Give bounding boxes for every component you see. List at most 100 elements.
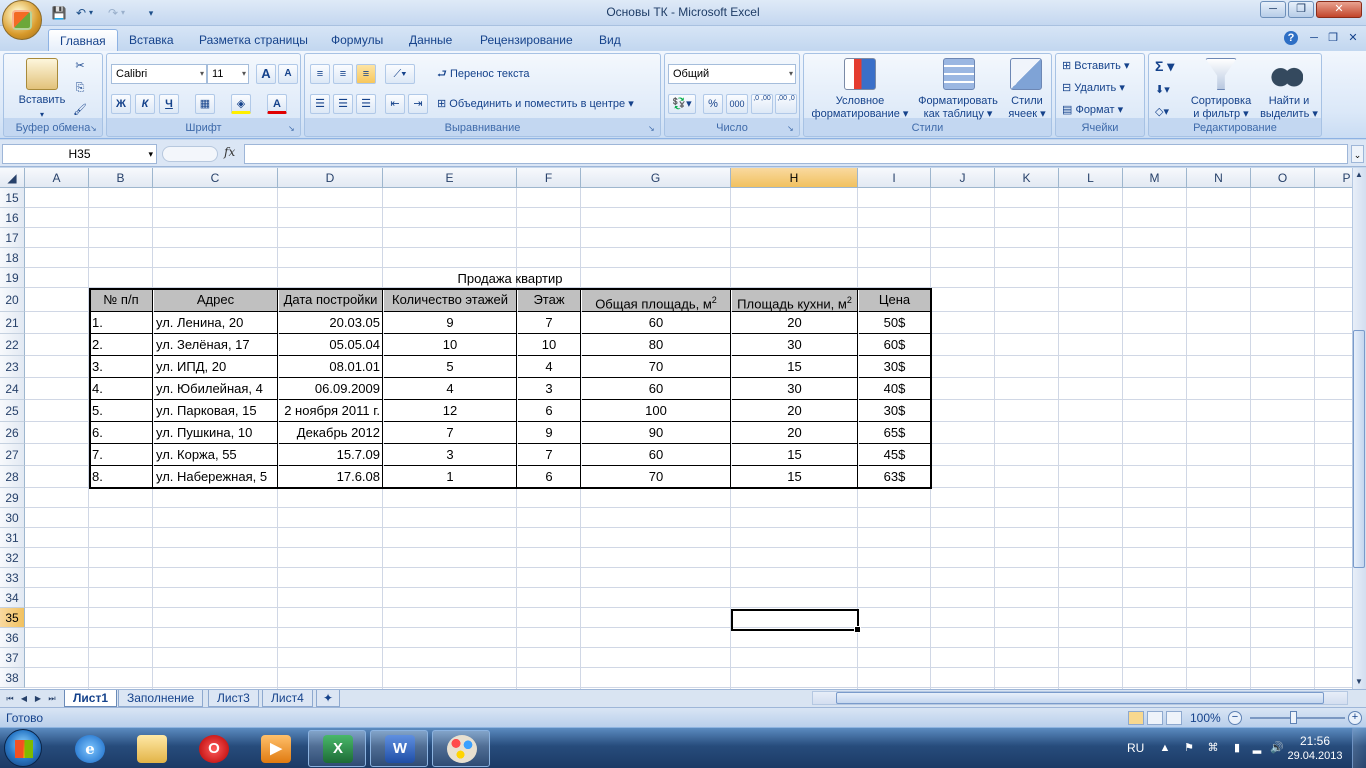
prev-sheet-icon[interactable]: ◀ [18, 692, 30, 706]
row-header-19[interactable]: 19 [0, 268, 25, 288]
table-cell[interactable]: 3 [384, 444, 517, 466]
zoom-level[interactable]: 100% [1190, 711, 1221, 725]
align-middle-icon[interactable]: ≡ [333, 64, 353, 84]
table-cell[interactable]: 3 [518, 378, 581, 400]
font-size-combo[interactable]: 11 ▾ [207, 64, 249, 84]
first-sheet-icon[interactable]: ⏮ [4, 692, 16, 706]
table-cell[interactable]: 15.7.09 [279, 444, 383, 466]
table-cell[interactable]: 65$ [859, 422, 931, 444]
minimize-button[interactable]: ─ [1260, 1, 1286, 18]
column-header-o[interactable]: O [1251, 168, 1315, 188]
column-header-p[interactable]: P [1315, 168, 1352, 188]
taskbar-paint[interactable] [432, 730, 490, 767]
column-header-j[interactable]: J [931, 168, 995, 188]
cell-styles-button[interactable]: Стили ячеек ▾ [1004, 95, 1050, 121]
table-cell[interactable]: 70 [582, 466, 731, 488]
clock-time[interactable]: 21:56 [1290, 734, 1340, 748]
table-cell[interactable]: 10 [518, 334, 581, 356]
battery-icon[interactable]: ▮ [1230, 741, 1244, 755]
paste-icon[interactable] [26, 58, 58, 90]
table-cell[interactable]: 50$ [859, 312, 931, 334]
table-header-cell[interactable]: Площадь кухни, м2 [732, 288, 858, 312]
scroll-down-icon[interactable]: ▼ [1353, 675, 1365, 689]
row-header-20[interactable]: 20 [0, 288, 25, 312]
table-cell[interactable]: 30$ [859, 400, 931, 422]
table-cell[interactable]: 9 [518, 422, 581, 444]
network-icon[interactable]: ▂ [1250, 741, 1264, 755]
row-header-30[interactable]: 30 [0, 508, 25, 528]
action-center-flag-icon[interactable]: ⚑ [1182, 741, 1196, 755]
column-header-m[interactable]: M [1123, 168, 1187, 188]
cut-icon[interactable]: ✂ [70, 57, 90, 77]
table-cell[interactable]: 70 [582, 356, 731, 378]
table-cell[interactable]: ул. Коржа, 55 [154, 444, 278, 466]
column-header-c[interactable]: C [153, 168, 278, 188]
conditional-formatting-button[interactable]: Условное форматирование ▾ [808, 95, 912, 121]
alignment-launcher-icon[interactable]: ↘ [648, 124, 658, 134]
percent-button[interactable]: % [703, 94, 723, 114]
table-cell[interactable]: 60 [582, 378, 731, 400]
table-cell[interactable]: 12 [384, 400, 517, 422]
page-break-view-icon[interactable] [1166, 711, 1182, 725]
column-header-l[interactable]: L [1059, 168, 1123, 188]
row-header-27[interactable]: 27 [0, 444, 25, 466]
table-cell[interactable]: 4 [384, 378, 517, 400]
taskbar-excel[interactable]: X [308, 730, 366, 767]
row-header-26[interactable]: 26 [0, 422, 25, 444]
table-cell[interactable]: 2 ноября 2011 г. [279, 400, 383, 422]
row-header-33[interactable]: 33 [0, 568, 25, 588]
row-header-24[interactable]: 24 [0, 378, 25, 400]
cell-styles-icon[interactable] [1010, 58, 1042, 90]
column-header-b[interactable]: B [89, 168, 153, 188]
number-format-combo[interactable]: Общий ▾ [668, 64, 796, 84]
decrease-indent-icon[interactable]: ⇤ [385, 94, 405, 114]
sheet-tab-fill[interactable]: Заполнение [118, 690, 204, 707]
currency-icon[interactable]: 💱▾ [668, 94, 696, 114]
table-cell[interactable]: 5 [384, 356, 517, 378]
table-cell[interactable]: 30 [732, 334, 858, 356]
font-name-combo[interactable]: Calibri ▾ [111, 64, 207, 84]
taskbar-internet-explorer[interactable]: e [60, 730, 118, 767]
horizontal-scroll-thumb[interactable] [836, 692, 1324, 704]
sort-filter-icon[interactable] [1205, 58, 1237, 90]
table-cell[interactable]: 63$ [859, 466, 931, 488]
table-cell[interactable]: 8. [90, 466, 153, 488]
ribbon-minimize-icon[interactable]: ─ [1307, 31, 1321, 45]
table-cell[interactable]: 1 [384, 466, 517, 488]
table-cell[interactable]: 3. [90, 356, 153, 378]
usb-device-icon[interactable]: ⌘ [1206, 741, 1220, 755]
formula-bar-resize-handle[interactable] [162, 146, 218, 162]
sort-filter-button[interactable]: Сортировка и фильтр ▾ [1185, 95, 1257, 121]
taskbar-media-player[interactable]: ▶ [246, 730, 304, 767]
insert-function-icon[interactable]: fx [224, 145, 240, 161]
fill-color-icon[interactable]: ◈ [231, 94, 251, 114]
column-header-d[interactable]: D [278, 168, 383, 188]
name-box[interactable]: H35 ▾ [2, 144, 157, 164]
table-cell[interactable]: 60$ [859, 334, 931, 356]
paste-button[interactable]: Вставить [16, 94, 68, 107]
table-cell[interactable]: 08.01.01 [279, 356, 383, 378]
sheet-tab-list1[interactable]: Лист1 [64, 690, 118, 707]
table-cell[interactable]: 7 [384, 422, 517, 444]
format-as-table-button[interactable]: Форматировать как таблицу ▾ [912, 95, 1004, 121]
increase-indent-icon[interactable]: ⇥ [408, 94, 428, 114]
sheet-title[interactable]: Продажа квартир [383, 269, 637, 289]
doc-close-icon[interactable]: ✕ [1346, 31, 1360, 45]
row-header-21[interactable]: 21 [0, 312, 25, 334]
scroll-up-icon[interactable]: ▲ [1353, 168, 1365, 182]
delete-cells-button[interactable]: ⊟ Удалить ▾ [1062, 82, 1125, 95]
table-cell[interactable]: 20 [732, 400, 858, 422]
zoom-out-icon[interactable]: − [1228, 711, 1242, 725]
binoculars-icon[interactable] [1271, 58, 1303, 90]
taskbar-word[interactable]: W [370, 730, 428, 767]
align-bottom-icon[interactable]: ≡ [356, 64, 376, 84]
table-cell[interactable]: 4. [90, 378, 153, 400]
page-layout-view-icon[interactable] [1147, 711, 1163, 725]
column-header-a[interactable]: A [25, 168, 89, 188]
close-button[interactable]: ✕ [1316, 1, 1362, 18]
find-select-button[interactable]: Найти и выделить ▾ [1257, 95, 1321, 121]
table-header-cell[interactable]: Адрес [154, 288, 278, 312]
last-sheet-icon[interactable]: ⏭ [46, 692, 58, 706]
row-header-31[interactable]: 31 [0, 528, 25, 548]
table-cell[interactable]: ул. Зелёная, 17 [154, 334, 278, 356]
